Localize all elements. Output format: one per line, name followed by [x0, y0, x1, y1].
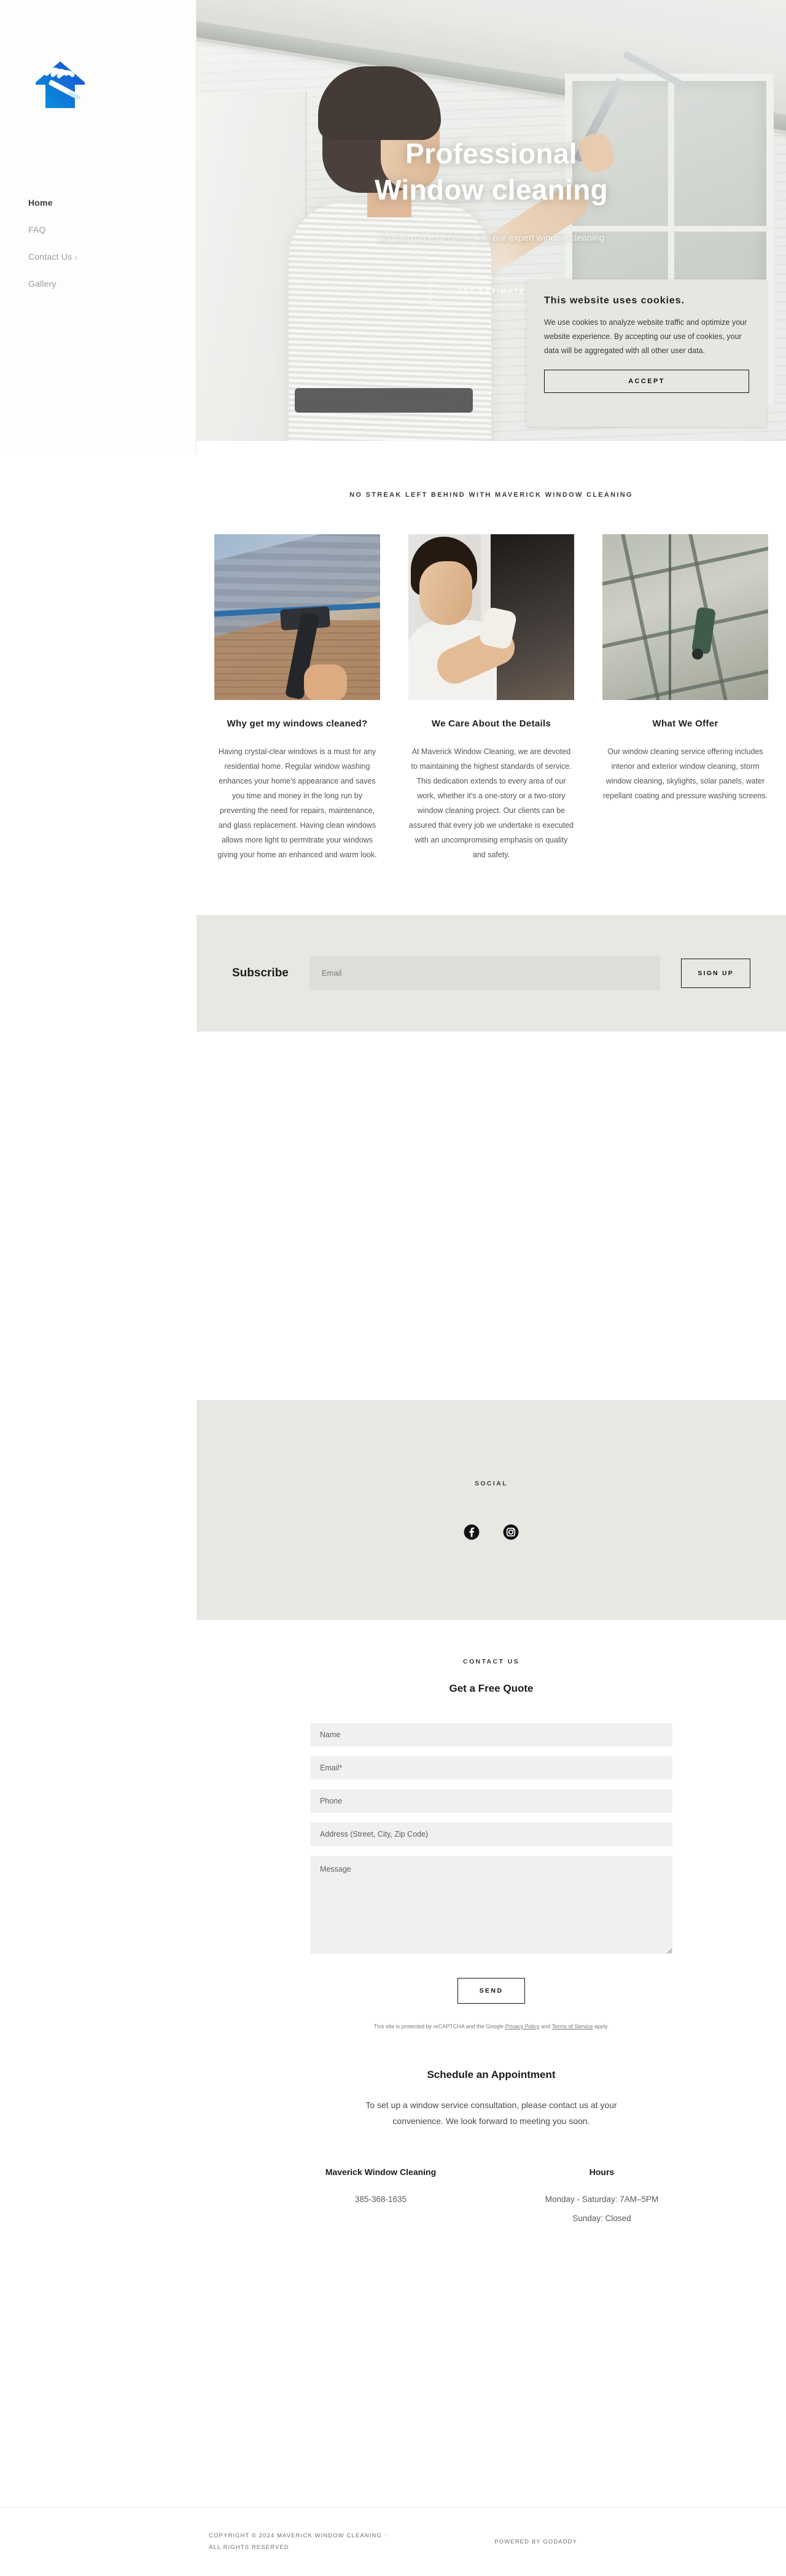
- privacy-policy-link[interactable]: Privacy Policy: [505, 2023, 540, 2029]
- social-section: SOCIAL: [196, 1399, 786, 1620]
- business-info-section: Maverick Window Cleaning 385-368-1635 Ho…: [196, 2166, 786, 2306]
- chevron-right-icon: ›: [75, 254, 78, 262]
- email-field[interactable]: [310, 1756, 672, 1780]
- send-row: SEND: [310, 1977, 672, 2004]
- sidebar-item-label: Gallery: [28, 279, 56, 289]
- hero-title: Professional Window cleaning: [375, 136, 608, 208]
- hero-title-line2: Window cleaning: [375, 173, 608, 206]
- card-image-squeegee-cleaning-window: [214, 534, 380, 700]
- terms-of-service-link[interactable]: Terms of Service: [552, 2023, 593, 2029]
- sidebar-item-gallery[interactable]: Gallery: [28, 270, 176, 297]
- facebook-icon: [464, 1524, 480, 1540]
- send-button[interactable]: SEND: [457, 1977, 525, 2004]
- card-title: What We Offer: [652, 718, 718, 729]
- appointment-title: Schedule an Appointment: [427, 2069, 556, 2081]
- sidebar: Home FAQ Contact Us › Gallery: [0, 0, 196, 454]
- subscribe-section: Subscribe SIGN UP: [196, 914, 786, 1032]
- spacer-region: [196, 1031, 786, 1400]
- contact-title: Get a Free Quote: [449, 1682, 534, 1694]
- name-field[interactable]: [310, 1722, 672, 1746]
- house-squeegee-logo-icon: [36, 61, 85, 108]
- site-logo[interactable]: [29, 54, 91, 115]
- subscribe-email-input[interactable]: [309, 955, 661, 990]
- sidebar-item-home[interactable]: Home: [28, 189, 176, 216]
- sidebar-nav: Home FAQ Contact Us › Gallery: [28, 189, 176, 297]
- card-body: Our window cleaning service offering inc…: [602, 747, 768, 800]
- card-title: We Care About the Details: [431, 718, 551, 729]
- sidebar-item-faq[interactable]: FAQ: [28, 216, 176, 243]
- copyright-text: COPYRIGHT © 2024 MAVERICK WINDOW CLEANIN…: [209, 2531, 387, 2553]
- recaptcha-and: and: [539, 2023, 552, 2029]
- feature-cards: Why get my windows cleaned? Having cryst…: [196, 499, 786, 862]
- recaptcha-suffix: apply.: [593, 2023, 609, 2029]
- social-links: [464, 1524, 519, 1540]
- message-field[interactable]: [310, 1855, 672, 1954]
- hero-subtitle: Brighten up your home with our expert wi…: [378, 232, 605, 243]
- cookie-banner-title: This website uses cookies.: [544, 295, 685, 306]
- feature-card: What We Offer Our window cleaning servic…: [602, 534, 768, 862]
- hero-title-line1: Professional: [405, 138, 577, 169]
- recaptcha-prefix: This site is protected by reCAPTCHA and …: [373, 2023, 505, 2029]
- instagram-link[interactable]: [503, 1524, 519, 1540]
- sign-up-button[interactable]: SIGN UP: [681, 958, 750, 988]
- appointment-text: To set up a window service consultation,…: [365, 2100, 617, 2127]
- powered-by-text: POWERED BY GODADDY: [494, 2539, 577, 2545]
- card-image-man-wiping-window-with-cloth: [408, 534, 574, 700]
- address-field[interactable]: [310, 1822, 672, 1846]
- card-title: Why get my windows cleaned?: [227, 718, 368, 729]
- contact-section: CONTACT US Get a Free Quote SEND This si…: [196, 1619, 786, 2031]
- sidebar-item-contact-us[interactable]: Contact Us ›: [28, 243, 176, 270]
- page-footer: COPYRIGHT © 2024 MAVERICK WINDOW CLEANIN…: [0, 2507, 786, 2576]
- copyright-line-2: ALL RIGHTS RESERVED: [209, 2543, 289, 2551]
- phone-field[interactable]: [310, 1789, 672, 1813]
- feature-card: Why get my windows cleaned? Having cryst…: [214, 534, 380, 862]
- cookie-banner-text: We use cookies to analyze website traffi…: [544, 318, 747, 355]
- sidebar-item-label: Contact Us: [28, 252, 72, 262]
- quote-form: SEND This site is protected by reCAPTCHA…: [310, 1713, 672, 2031]
- hours-weekday: Monday - Saturday: 7AM–5PM: [545, 2195, 659, 2204]
- card-body: Having crystal-clear windows is a must f…: [217, 747, 377, 859]
- main-content: NO STREAK LEFT BEHIND WITH MAVERICK WIND…: [196, 441, 786, 2306]
- phone-link[interactable]: 385-368-1635: [355, 2195, 407, 2204]
- hours-column: Hours Monday - Saturday: 7AM–5PM Sunday:…: [528, 2166, 675, 2226]
- social-label: SOCIAL: [474, 1479, 508, 1487]
- sidebar-item-label: FAQ: [28, 225, 46, 235]
- card-image-worker-cleaning-high-rise-glass-facade: [602, 534, 768, 700]
- cookie-accept-button[interactable]: ACCEPT: [544, 370, 749, 394]
- feature-card: We Care About the Details At Maverick Wi…: [408, 534, 574, 862]
- instagram-icon: [503, 1524, 519, 1540]
- business-phone: 385-368-1635: [307, 2192, 454, 2207]
- facebook-link[interactable]: [464, 1524, 480, 1540]
- copyright-line-1: COPYRIGHT © 2024 MAVERICK WINDOW CLEANIN…: [209, 2532, 387, 2540]
- hours-sunday: Sunday: Closed: [572, 2213, 631, 2223]
- sidebar-item-label: Home: [28, 198, 53, 208]
- hours-title: Hours: [589, 2167, 615, 2177]
- recaptcha-notice: This site is protected by reCAPTCHA and …: [310, 2022, 672, 2031]
- business-info-column: Maverick Window Cleaning 385-368-1635: [307, 2166, 454, 2226]
- appointment-section: Schedule an Appointment To set up a wind…: [196, 2069, 786, 2129]
- card-body: At Maverick Window Cleaning, we are devo…: [408, 747, 574, 859]
- cookie-consent-banner: This website uses cookies. We use cookie…: [527, 279, 766, 427]
- business-name: Maverick Window Cleaning: [325, 2167, 437, 2177]
- subscribe-label: Subscribe: [232, 966, 289, 979]
- section-eyebrow: NO STREAK LEFT BEHIND WITH MAVERICK WIND…: [349, 491, 633, 499]
- contact-eyebrow: CONTACT US: [462, 1657, 520, 1665]
